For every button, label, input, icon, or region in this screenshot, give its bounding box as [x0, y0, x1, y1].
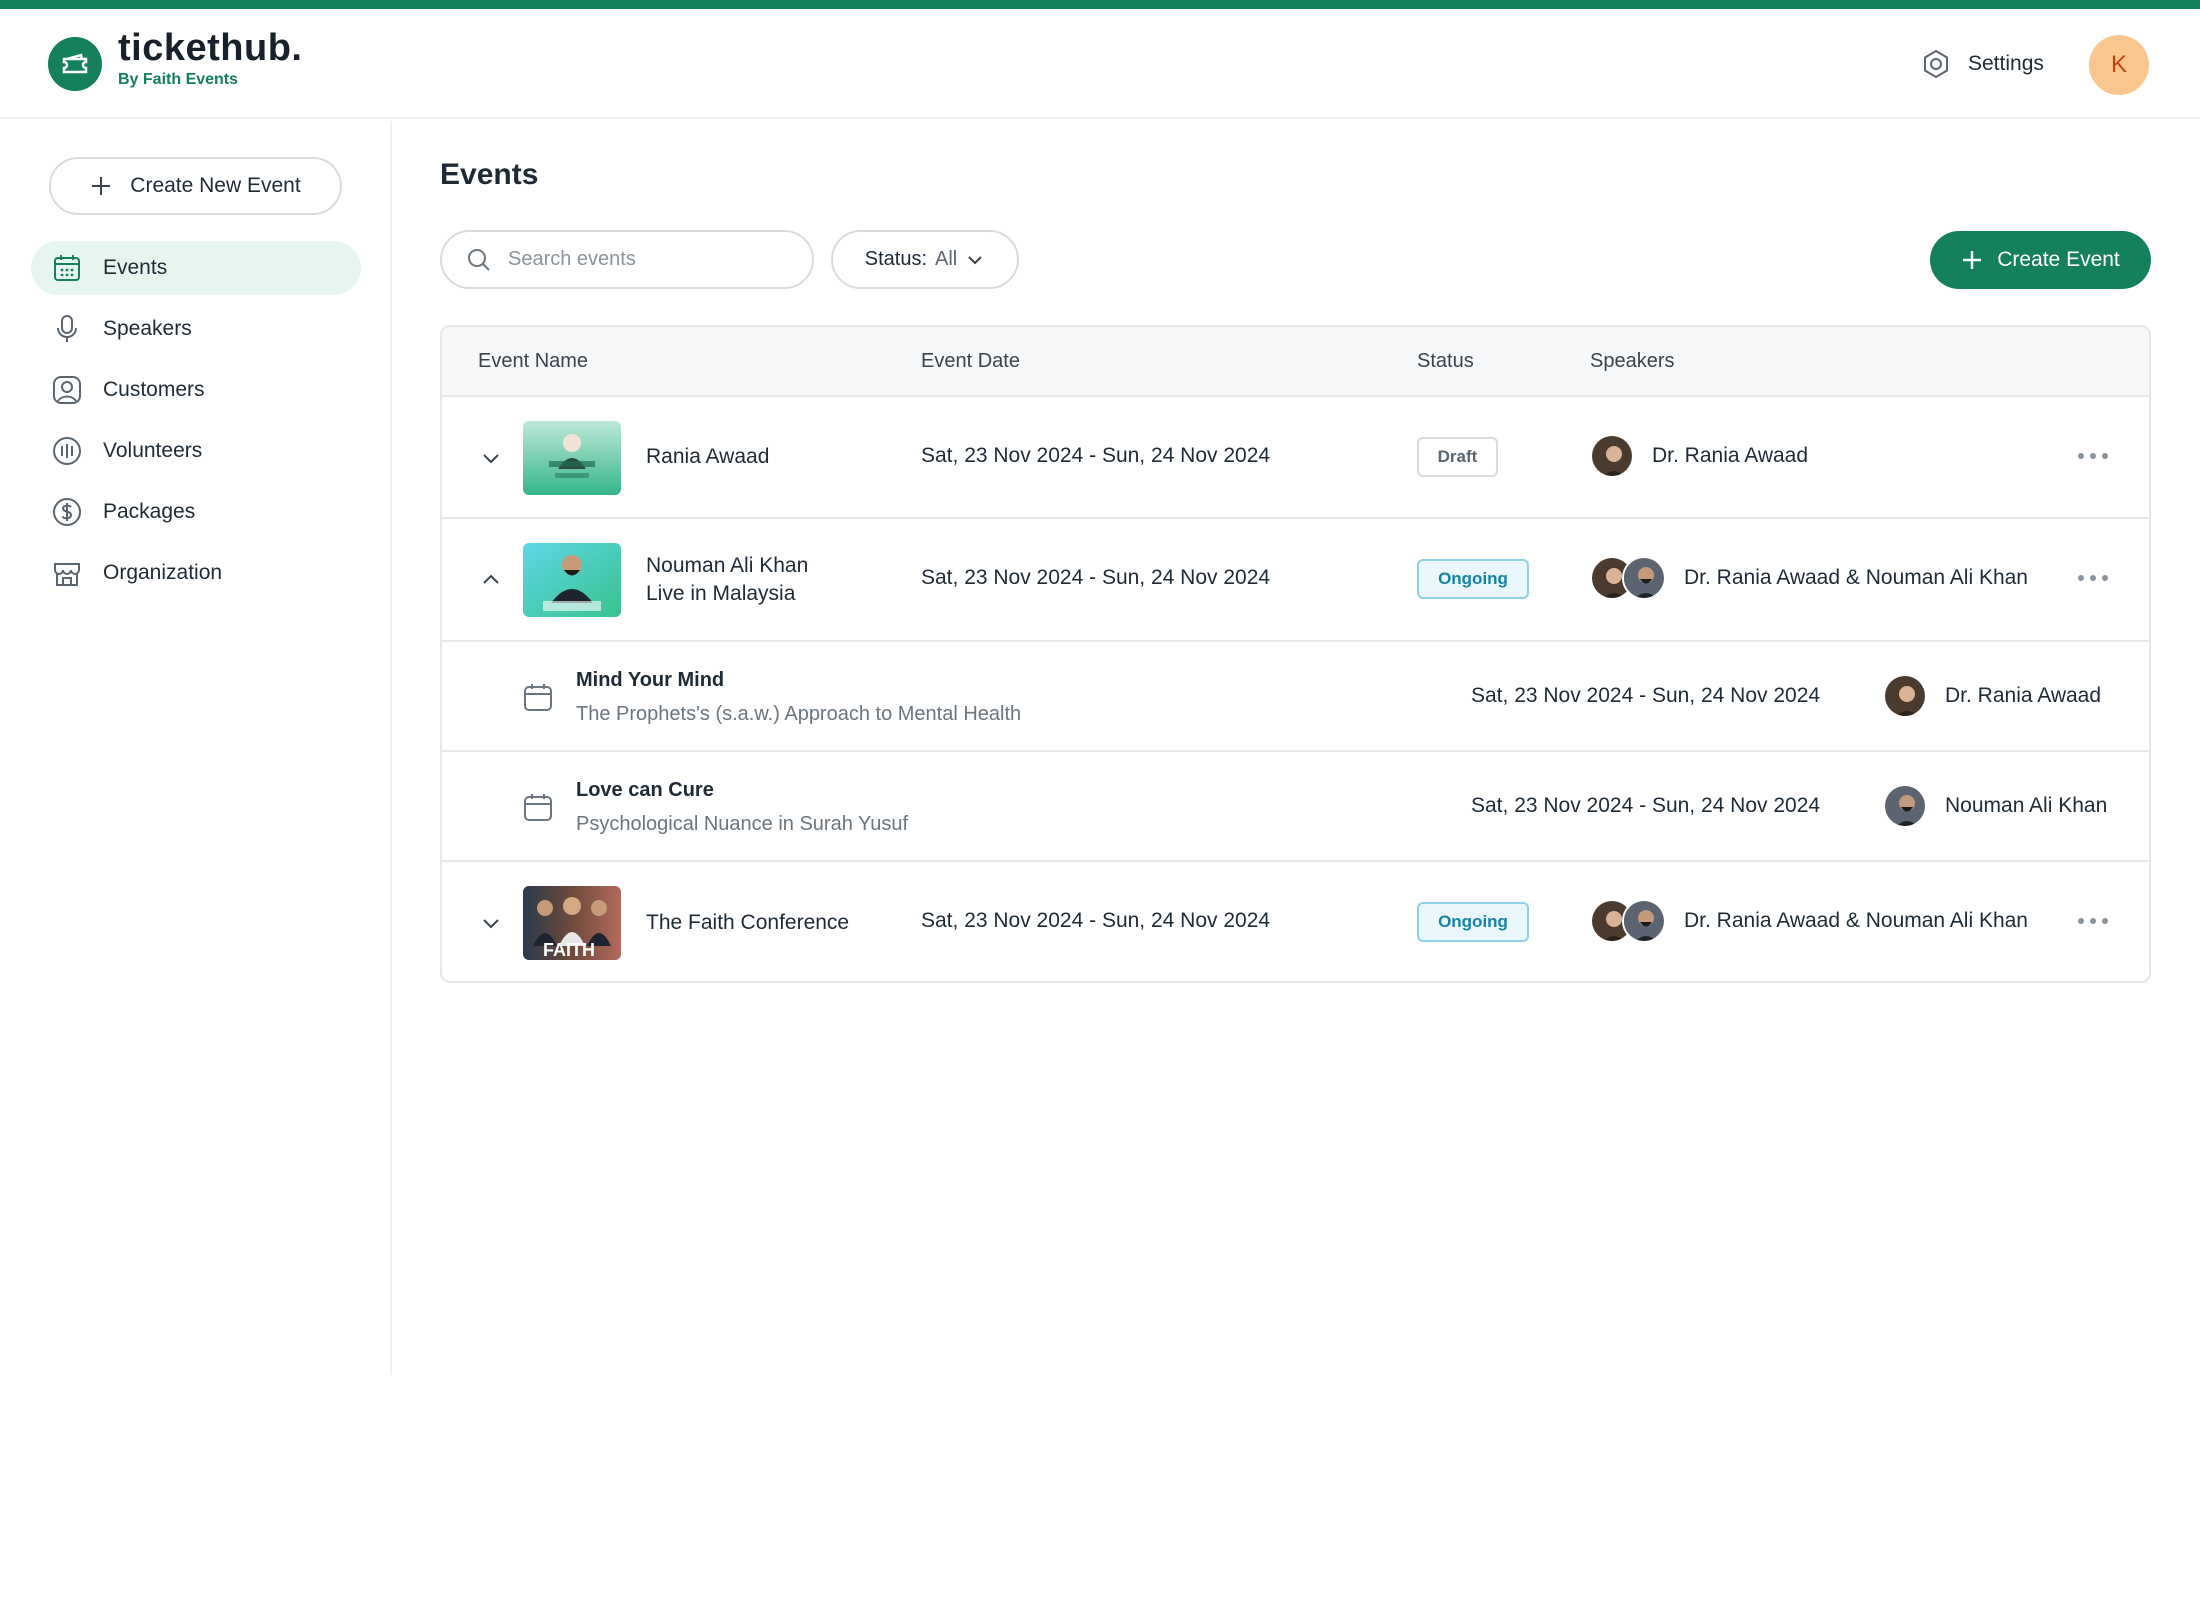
plus-icon	[1963, 251, 1982, 269]
event-thumbnail	[523, 543, 621, 617]
sidebar-item-label: Packages	[103, 500, 196, 523]
column-header-event-name[interactable]: Event Name	[478, 350, 588, 373]
search-input[interactable]	[508, 248, 798, 271]
sidebar-nav: Events Speakers Customers Volunteers Pac…	[31, 241, 361, 607]
plus-icon	[92, 177, 111, 195]
session-description: The Prophets's (s.a.w.) Approach to Ment…	[576, 703, 1022, 725]
page-title: Events	[440, 158, 539, 191]
status-filter-value: All	[935, 248, 958, 270]
speaker-name: Dr. Rania Awaad	[1945, 684, 2102, 707]
table-header: Event Name Event Date Status Speakers	[442, 327, 2149, 397]
speaker-avatar	[1590, 434, 1634, 478]
sidebar-item-volunteers[interactable]: Volunteers	[31, 424, 361, 478]
table-row[interactable]: Nouman Ali Khan Live in Malaysia Sat, 23…	[442, 519, 2149, 642]
sidebar-item-packages[interactable]: Packages	[31, 485, 361, 539]
calendar-icon	[524, 794, 552, 821]
session-speaker: Nouman Ali Khan	[1883, 784, 2107, 828]
create-event-button[interactable]: Create Event	[1930, 231, 2151, 289]
speakers-cell: Dr. Rania Awaad & Nouman Ali Khan	[1590, 556, 2028, 600]
thumbnail-text: FAITH	[543, 940, 595, 960]
session-title[interactable]: Love can Cure	[576, 779, 714, 802]
chevron-up-icon[interactable]	[480, 569, 502, 591]
top-accent-bar	[0, 0, 2200, 9]
create-new-event-label: Create New Event	[130, 174, 301, 197]
sidebar-item-speakers[interactable]: Speakers	[31, 302, 361, 356]
settings-label: Settings	[1968, 52, 2044, 75]
event-date: Sat, 23 Nov 2024 - Sun, 24 Nov 2024	[921, 566, 1271, 589]
event-name[interactable]: Rania Awaad	[646, 443, 769, 471]
table-row[interactable]: FAITH The Faith Conference Sat, 23 Nov 2…	[442, 862, 2149, 981]
speaker-names: Dr. Rania Awaad	[1652, 444, 1809, 467]
sidebar-item-events[interactable]: Events	[31, 241, 361, 295]
session-date: Sat, 23 Nov 2024 - Sun, 24 Nov 2024	[1471, 684, 1821, 707]
event-name-line2: Live in Malaysia	[646, 582, 796, 605]
chevron-down-icon[interactable]	[480, 912, 502, 934]
sidebar-item-customers[interactable]: Customers	[31, 363, 361, 417]
sidebar-item-label: Volunteers	[103, 439, 203, 462]
event-thumbnail: FAITH	[523, 886, 621, 960]
status-badge: Ongoing	[1417, 559, 1529, 599]
more-options-icon[interactable]	[2078, 453, 2108, 459]
event-name[interactable]: Nouman Ali Khan Live in Malaysia	[646, 552, 808, 608]
gear-icon	[1924, 49, 1948, 79]
ticket-logo-icon[interactable]	[48, 37, 102, 91]
calendar-icon	[524, 684, 552, 711]
speaker-avatar	[1883, 784, 1927, 828]
speaker-names: Dr. Rania Awaad & Nouman Ali Khan	[1684, 566, 2028, 589]
event-date: Sat, 23 Nov 2024 - Sun, 24 Nov 2024	[921, 909, 1271, 932]
session-speaker: Dr. Rania Awaad	[1883, 674, 2101, 718]
speakers-cell: Dr. Rania Awaad	[1590, 434, 1808, 478]
app-header: tickethub. By Faith Events Settings K	[0, 9, 2200, 119]
dollar-icon	[53, 498, 81, 526]
speaker-name: Nouman Ali Khan	[1945, 794, 2108, 817]
table-row[interactable]: Rania Awaad Sat, 23 Nov 2024 - Sun, 24 N…	[442, 397, 2149, 519]
sidebar-item-label: Events	[103, 256, 168, 279]
microphone-icon	[57, 315, 77, 342]
sidebar-item-label: Customers	[103, 378, 205, 401]
more-options-icon[interactable]	[2078, 575, 2108, 581]
column-header-speakers[interactable]: Speakers	[1590, 350, 1675, 373]
status-filter-dropdown[interactable]: Status: All	[831, 230, 1019, 289]
speakers-cell: Dr. Rania Awaad & Nouman Ali Khan	[1590, 899, 2028, 943]
status-filter-label: Status:	[864, 248, 928, 270]
status-badge: Ongoing	[1417, 902, 1529, 942]
calendar-icon	[54, 255, 80, 281]
speaker-names: Dr. Rania Awaad & Nouman Ali Khan	[1684, 909, 2028, 932]
sidebar-item-organization[interactable]: Organization	[31, 546, 361, 600]
sidebar-item-label: Organization	[103, 561, 223, 584]
brand-name[interactable]: tickethub.	[118, 27, 302, 70]
search-box[interactable]	[440, 230, 814, 289]
column-header-event-date[interactable]: Event Date	[921, 350, 1020, 373]
volunteers-icon	[53, 437, 81, 465]
status-badge: Draft	[1417, 437, 1498, 477]
event-name[interactable]: The Faith Conference	[646, 909, 849, 937]
session-row[interactable]: Love can Cure Psychological Nuance in Su…	[442, 752, 2149, 862]
event-name-line1: Nouman Ali Khan	[646, 554, 809, 577]
create-new-event-button[interactable]: Create New Event	[49, 157, 342, 215]
store-icon	[54, 563, 80, 586]
events-table: Event Name Event Date Status Speakers Ra…	[440, 325, 2151, 983]
chevron-down-icon[interactable]	[480, 447, 502, 469]
session-date: Sat, 23 Nov 2024 - Sun, 24 Nov 2024	[1471, 794, 1821, 817]
brand-subtitle: By Faith Events	[118, 71, 239, 88]
sidebar-item-label: Speakers	[103, 317, 192, 340]
settings-button[interactable]: Settings	[1920, 47, 2044, 81]
speaker-avatar	[1622, 899, 1666, 943]
column-header-status[interactable]: Status	[1417, 350, 1474, 373]
speaker-avatar	[1622, 556, 1666, 600]
event-thumbnail	[523, 421, 621, 495]
user-icon	[53, 376, 81, 404]
search-icon	[468, 248, 490, 271]
session-description: Psychological Nuance in Surah Yusuf	[576, 813, 909, 835]
sidebar: Create New Event Events Speakers Custome…	[0, 121, 392, 1375]
create-event-label: Create Event	[1997, 248, 2120, 271]
session-title[interactable]: Mind Your Mind	[576, 669, 724, 692]
event-date: Sat, 23 Nov 2024 - Sun, 24 Nov 2024	[921, 444, 1271, 467]
user-avatar[interactable]: K	[2089, 35, 2149, 95]
session-row[interactable]: Mind Your Mind The Prophets's (s.a.w.) A…	[442, 642, 2149, 752]
speaker-avatar	[1883, 674, 1927, 718]
more-options-icon[interactable]	[2078, 918, 2108, 924]
chevron-down-icon	[968, 255, 982, 264]
